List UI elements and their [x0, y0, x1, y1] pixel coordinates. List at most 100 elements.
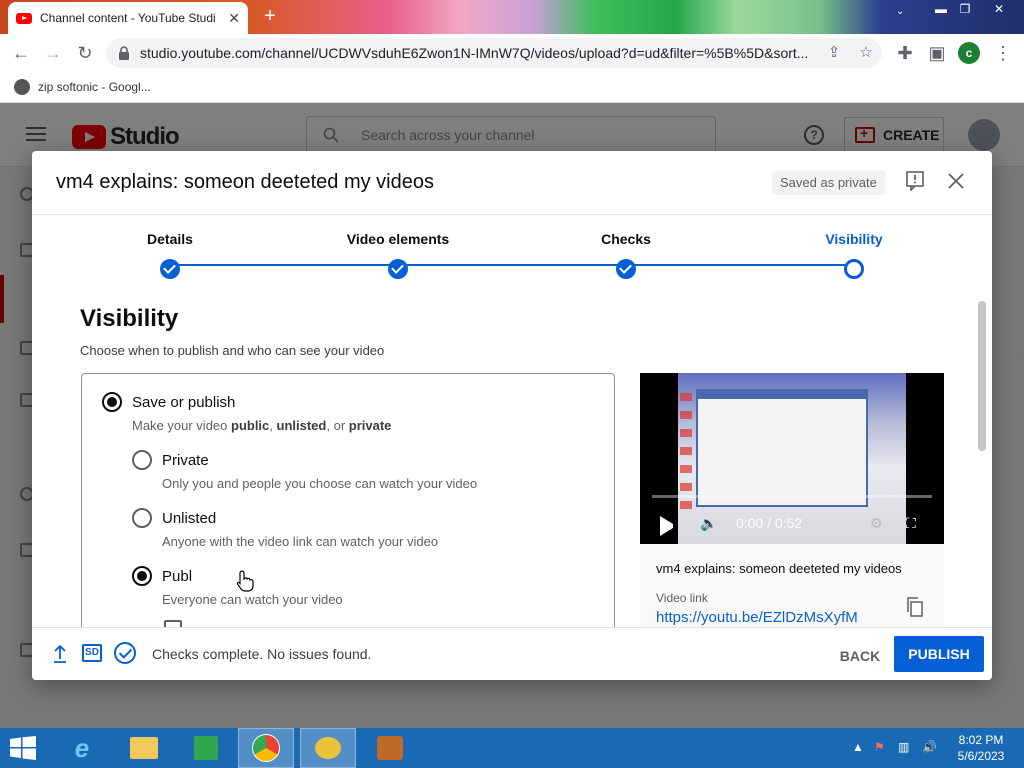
save-or-publish-radio[interactable]: [102, 392, 122, 412]
instant-premiere-checkbox[interactable]: [164, 620, 182, 627]
unlisted-radio[interactable]: [132, 508, 152, 528]
step-checks[interactable]: Checks: [546, 215, 706, 279]
backdrop-column-text: Cor: [1002, 350, 1020, 362]
side-panel-icon[interactable]: ▣: [924, 40, 950, 66]
step-label: Details: [147, 231, 193, 247]
tray-overflow-icon[interactable]: ▲: [852, 740, 864, 754]
play-icon[interactable]: [660, 516, 673, 536]
video-link-label: Video link: [656, 591, 708, 605]
internet-explorer-icon[interactable]: e: [54, 728, 110, 768]
extensions-puzzle-icon[interactable]: ✚: [892, 40, 918, 66]
dialog-body: Visibility Choose when to publish and wh…: [32, 295, 992, 627]
check-icon: [160, 259, 180, 279]
dialog-title: vm4 explains: someon deeteted my videos: [56, 171, 434, 193]
public-label: Publ: [162, 568, 193, 585]
window-close-icon[interactable]: ✕: [984, 0, 1014, 18]
speaker-icon[interactable]: 🔊: [922, 740, 937, 754]
unlisted-label: Unlisted: [162, 510, 217, 527]
settings-gear-icon[interactable]: ⚙: [870, 513, 883, 533]
video-window-thumbnail: [696, 389, 868, 507]
stepper-progress-line: [170, 264, 854, 266]
publish-button[interactable]: PUBLISH: [894, 636, 984, 672]
tab-strip: Channel content - YouTube Studi ✕ + ⌄ ▬ …: [0, 0, 1024, 34]
current-step-icon: [844, 259, 864, 279]
video-progress-bar[interactable]: [652, 495, 932, 498]
preview-video-title: vm4 explains: someon deeteted my videos: [656, 561, 902, 576]
windows-start-icon[interactable]: [10, 736, 36, 760]
back-arrow-icon[interactable]: ←: [8, 40, 34, 66]
network-icon[interactable]: ▥: [898, 740, 909, 754]
url-text: studio.youtube.com/channel/UCDWVsduhE6Zw…: [140, 45, 809, 61]
action-center-flag-icon[interactable]: ⚑: [874, 740, 885, 754]
app-bee-icon[interactable]: [300, 728, 356, 768]
video-time: 0:00 / 0:52: [736, 515, 803, 531]
report-icon[interactable]: [906, 171, 924, 191]
bookmarks-bar: zip softonic - Googl...: [0, 71, 1024, 103]
step-video-elements[interactable]: Video elements: [318, 215, 478, 279]
video-preview-card: 🔈 0:00 / 0:52 ⚙ ⛶ vm4 explains: someon d…: [640, 373, 944, 627]
forward-arrow-icon[interactable]: →: [40, 40, 66, 66]
video-player[interactable]: 🔈 0:00 / 0:52 ⚙ ⛶: [640, 373, 944, 544]
restore-icon[interactable]: ❐: [950, 0, 980, 18]
public-radio[interactable]: [132, 566, 152, 586]
step-label: Visibility: [825, 231, 883, 247]
file-explorer-icon[interactable]: [116, 728, 172, 768]
lock-icon: [119, 46, 129, 60]
share-icon[interactable]: ⇪: [824, 43, 844, 63]
upload-icon: [54, 644, 66, 663]
kebab-menu-icon[interactable]: ⋮: [990, 40, 1016, 66]
page-subtitle: Choose when to publish and who can see y…: [80, 343, 385, 358]
sd-quality-icon: SD: [82, 644, 102, 662]
app-tool-icon[interactable]: [362, 728, 418, 768]
chrome-taskbar-icon[interactable]: [238, 728, 294, 768]
close-icon[interactable]: [946, 171, 966, 191]
bookmark-item[interactable]: zip softonic - Googl...: [38, 80, 151, 94]
save-or-publish-card: Save or publish Make your video public, …: [81, 373, 615, 627]
clock-date: 5/6/2023: [957, 749, 1005, 763]
step-label: Video elements: [346, 231, 450, 247]
profile-avatar[interactable]: c: [958, 42, 980, 64]
dialog-footer: SD Checks complete. No issues found. BAC…: [32, 627, 992, 680]
bookmark-star-icon[interactable]: ☆: [856, 43, 876, 63]
check-icon: [616, 259, 636, 279]
step-label: Checks: [601, 231, 651, 247]
public-desc: Everyone can watch your video: [162, 592, 343, 607]
hand-cursor-icon: [236, 570, 254, 592]
fullscreen-icon[interactable]: ⛶: [906, 513, 916, 533]
windows-taskbar: e ▲ ⚑ ▥ 🔊 8:02 PM 5/6/2023: [0, 728, 1024, 768]
volume-icon[interactable]: 🔈: [700, 513, 717, 533]
clock-time: 8:02 PM: [958, 733, 1004, 747]
tab-close-icon[interactable]: ✕: [228, 10, 240, 27]
address-bar[interactable]: studio.youtube.com/channel/UCDWVsduhE6Zw…: [106, 38, 882, 68]
private-radio[interactable]: [132, 450, 152, 470]
step-visibility[interactable]: Visibility: [774, 215, 934, 279]
dialog-scrollbar[interactable]: [978, 301, 986, 451]
taskbar-clock[interactable]: 8:02 PM 5/6/2023: [946, 732, 1016, 764]
saved-status-badge: Saved as private: [772, 171, 885, 195]
tab-search-icon[interactable]: ⌄: [896, 6, 904, 17]
back-button[interactable]: BACK: [832, 638, 888, 674]
youtube-favicon-icon: [16, 12, 32, 24]
tab-title: Channel content - YouTube Studi: [40, 11, 216, 25]
reload-icon[interactable]: ↻: [72, 40, 98, 66]
unlisted-desc: Anyone with the video link can watch you…: [162, 534, 439, 549]
private-desc: Only you and people you choose can watch…: [162, 476, 478, 491]
checks-complete-icon: [114, 642, 136, 664]
save-or-publish-label: Save or publish: [132, 394, 236, 411]
copy-icon[interactable]: [906, 597, 924, 617]
dialog-header: vm4 explains: someon deeteted my videos …: [32, 151, 992, 215]
page-title: Visibility: [80, 305, 179, 332]
upload-stepper: Details Video elements Checks Visibility: [32, 215, 992, 295]
store-icon[interactable]: [178, 728, 234, 768]
save-or-publish-desc: Make your video public, unlisted, or pri…: [132, 418, 392, 433]
google-favicon-icon: [14, 78, 30, 95]
video-link[interactable]: https://youtu.be/EZlDzMsXyfM: [656, 609, 858, 626]
step-details[interactable]: Details: [90, 215, 250, 279]
check-icon: [388, 259, 408, 279]
checks-status-text: Checks complete. No issues found.: [152, 646, 372, 662]
upload-dialog: vm4 explains: someon deeteted my videos …: [32, 151, 992, 680]
private-label: Private: [162, 452, 209, 469]
tab-youtube-studio[interactable]: Channel content - YouTube Studi ✕: [8, 2, 248, 34]
new-tab-button[interactable]: +: [258, 4, 282, 28]
browser-toolbar: ← → ↻ studio.youtube.com/channel/UCDWVsd…: [0, 34, 1024, 71]
